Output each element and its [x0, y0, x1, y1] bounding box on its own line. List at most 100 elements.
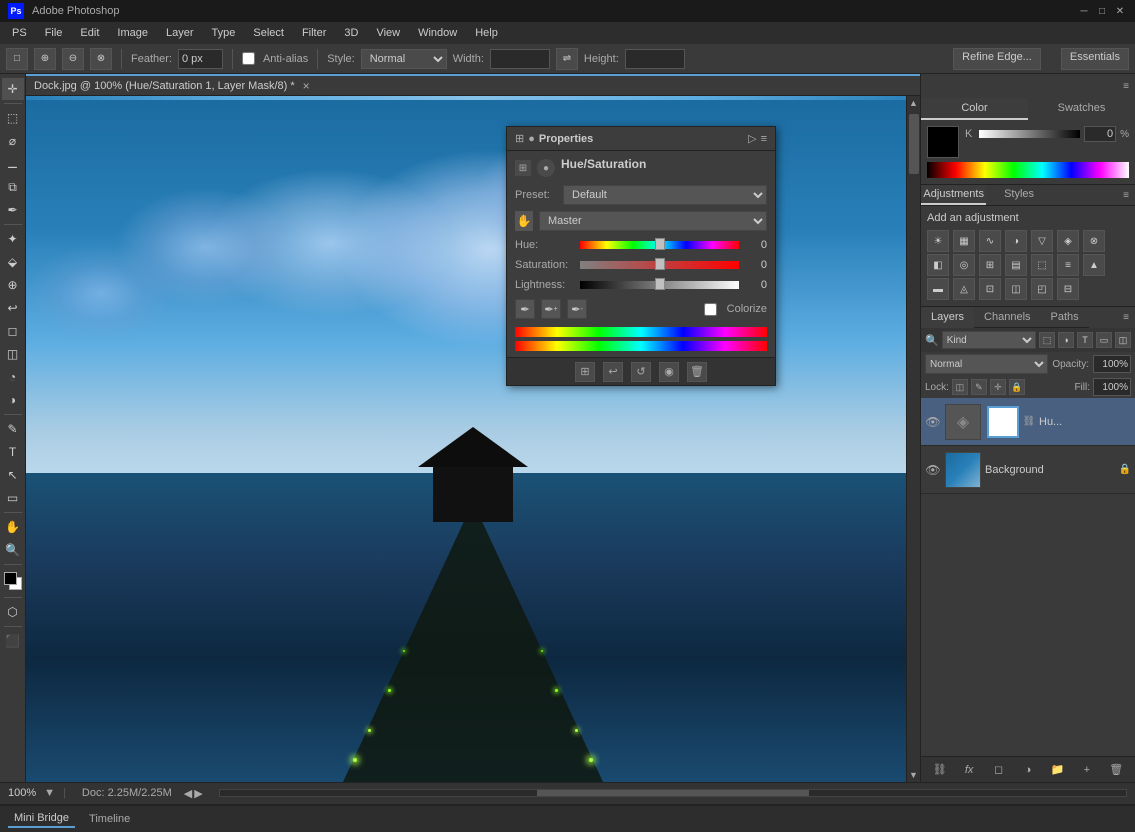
- k-slider-track[interactable]: [979, 130, 1080, 138]
- adj-color-lookup-btn[interactable]: ▤: [1005, 254, 1027, 276]
- adj-bw-btn[interactable]: ◧: [927, 254, 949, 276]
- adj-gradient-map-btn[interactable]: ▬: [927, 278, 949, 300]
- marquee-sub-btn[interactable]: ⊖: [62, 48, 84, 70]
- eyedropper-tool[interactable]: ✒: [2, 199, 24, 221]
- lock-transparent-btn[interactable]: ◫: [952, 379, 968, 395]
- adj-invert-btn[interactable]: ⬚: [1031, 254, 1053, 276]
- menu-select[interactable]: Select: [245, 25, 292, 41]
- hue-slider-thumb[interactable]: [655, 238, 665, 250]
- layer-item-huesat[interactable]: 👁 ◈ ⛓ Hu...: [921, 398, 1135, 446]
- eraser-tool[interactable]: ◻: [2, 320, 24, 342]
- adj-btn-3[interactable]: ⊡: [979, 278, 1001, 300]
- close-button[interactable]: ✕: [1113, 4, 1127, 18]
- tab-close-button[interactable]: ×: [303, 79, 310, 93]
- hscrollbar-thumb[interactable]: [537, 790, 809, 796]
- adj-vibrance-btn[interactable]: ▽: [1031, 230, 1053, 252]
- feather-input[interactable]: [178, 49, 223, 69]
- opacity-input[interactable]: [1093, 355, 1131, 373]
- light-slider-thumb[interactable]: [655, 278, 665, 290]
- stamp-tool[interactable]: ⊕: [2, 274, 24, 296]
- layer-vis-bg[interactable]: 👁: [925, 462, 941, 478]
- dodge-tool[interactable]: ◑: [2, 389, 24, 411]
- layers-new-btn[interactable]: +: [1078, 761, 1096, 779]
- pipette-btn-3[interactable]: ✒-: [567, 299, 587, 319]
- footer-btn-3[interactable]: ↺: [631, 362, 651, 382]
- marquee-add-btn[interactable]: ⊕: [34, 48, 56, 70]
- adj-btn-4[interactable]: ◫: [1005, 278, 1027, 300]
- swap-wh-btn[interactable]: ⇌: [556, 48, 578, 70]
- footer-btn-delete[interactable]: 🗑: [687, 362, 707, 382]
- preset-select[interactable]: Default Custom: [563, 185, 767, 205]
- color-spectrum-bar[interactable]: [927, 162, 1129, 178]
- right-panel-menu-btn[interactable]: ≡: [1123, 81, 1129, 92]
- adj-btn-5[interactable]: ◰: [1031, 278, 1053, 300]
- anti-alias-checkbox[interactable]: [242, 52, 255, 65]
- footer-btn-1[interactable]: ⊞: [575, 362, 595, 382]
- k-value-input[interactable]: [1084, 126, 1116, 142]
- menu-help[interactable]: Help: [467, 25, 506, 41]
- lock-all-btn[interactable]: 🔒: [1009, 379, 1025, 395]
- lasso-tool[interactable]: ⌀: [2, 130, 24, 152]
- gradient-tool[interactable]: ◫: [2, 343, 24, 365]
- adj-threshold-btn[interactable]: ▲: [1083, 254, 1105, 276]
- adj-channel-mixer-btn[interactable]: ⊞: [979, 254, 1001, 276]
- hand-icon[interactable]: ✋: [515, 211, 533, 231]
- sat-slider-thumb[interactable]: [655, 258, 665, 270]
- filter-adj-btn[interactable]: ◑: [1058, 332, 1074, 348]
- layers-tab[interactable]: Layers: [921, 307, 974, 328]
- fill-input[interactable]: [1093, 378, 1131, 396]
- layer-item-background[interactable]: 👁 Background 🔒: [921, 446, 1135, 494]
- adj-levels-btn[interactable]: ▦: [953, 230, 975, 252]
- adj-hue-sat-btn[interactable]: ◈: [1057, 230, 1079, 252]
- menu-ps[interactable]: PS: [4, 25, 35, 41]
- menu-view[interactable]: View: [368, 25, 408, 41]
- adj-selective-color-btn[interactable]: ◬: [953, 278, 975, 300]
- lock-position-btn[interactable]: ✛: [990, 379, 1006, 395]
- colorize-checkbox[interactable]: [704, 303, 717, 316]
- layers-panel-menu-btn[interactable]: ≡: [1117, 307, 1135, 328]
- styles-tab[interactable]: Styles: [986, 185, 1051, 205]
- style-select[interactable]: Normal Fixed Ratio Fixed Size: [361, 49, 447, 69]
- layers-mask-btn[interactable]: ◻: [990, 761, 1008, 779]
- adj-btn-6[interactable]: ⊟: [1057, 278, 1079, 300]
- marquee-rect-btn[interactable]: □: [6, 48, 28, 70]
- refine-edge-button[interactable]: Refine Edge...: [953, 48, 1041, 70]
- layers-link-btn[interactable]: ⛓: [931, 761, 949, 779]
- adj-exposure-btn[interactable]: ◑: [1005, 230, 1027, 252]
- blur-tool[interactable]: ◔: [2, 366, 24, 388]
- menu-3d[interactable]: 3D: [336, 25, 366, 41]
- status-next-btn[interactable]: ▶: [194, 787, 202, 800]
- crop-tool[interactable]: ⧉: [2, 176, 24, 198]
- hand-tool[interactable]: ✋: [2, 516, 24, 538]
- quick-select-tool[interactable]: ⚊: [2, 153, 24, 175]
- channel-select[interactable]: Master Reds Yellows Greens Cyans Blues M…: [539, 211, 767, 231]
- menu-window[interactable]: Window: [410, 25, 465, 41]
- marquee-tool[interactable]: ⬚: [2, 107, 24, 129]
- adj-brightness-btn[interactable]: ☀: [927, 230, 949, 252]
- height-input[interactable]: [625, 49, 685, 69]
- footer-btn-2[interactable]: ↩: [603, 362, 623, 382]
- layer-vis-huesat[interactable]: 👁: [925, 414, 941, 430]
- marquee-int-btn[interactable]: ⊗: [90, 48, 112, 70]
- menu-type[interactable]: Type: [204, 25, 244, 41]
- history-brush-tool[interactable]: ↩: [2, 297, 24, 319]
- adj-curves-btn[interactable]: ∿: [979, 230, 1001, 252]
- quick-mask-btn[interactable]: ⬡: [2, 601, 24, 623]
- blend-mode-select[interactable]: Normal Multiply Screen Overlay: [925, 354, 1048, 374]
- adjustments-tab[interactable]: Adjustments: [921, 185, 986, 205]
- properties-menu-btn[interactable]: ≡: [761, 133, 767, 145]
- adj-panel-menu-btn[interactable]: ≡: [1117, 185, 1135, 205]
- filter-smart-btn[interactable]: ◫: [1115, 332, 1131, 348]
- hs-icon-2[interactable]: ●: [537, 159, 555, 177]
- canvas-vscroll-thumb[interactable]: [909, 114, 919, 174]
- foreground-color-swatch[interactable]: [4, 572, 17, 585]
- type-tool[interactable]: T: [2, 441, 24, 463]
- mini-bridge-tab[interactable]: Mini Bridge: [8, 810, 75, 828]
- filter-type-btn[interactable]: T: [1077, 332, 1093, 348]
- filter-shape-btn[interactable]: ▭: [1096, 332, 1112, 348]
- hscrollbar-track[interactable]: [219, 789, 1127, 797]
- layers-fx-btn[interactable]: fx: [960, 761, 978, 779]
- essentials-button[interactable]: Essentials: [1061, 48, 1129, 70]
- menu-layer[interactable]: Layer: [158, 25, 202, 41]
- footer-btn-4[interactable]: ◉: [659, 362, 679, 382]
